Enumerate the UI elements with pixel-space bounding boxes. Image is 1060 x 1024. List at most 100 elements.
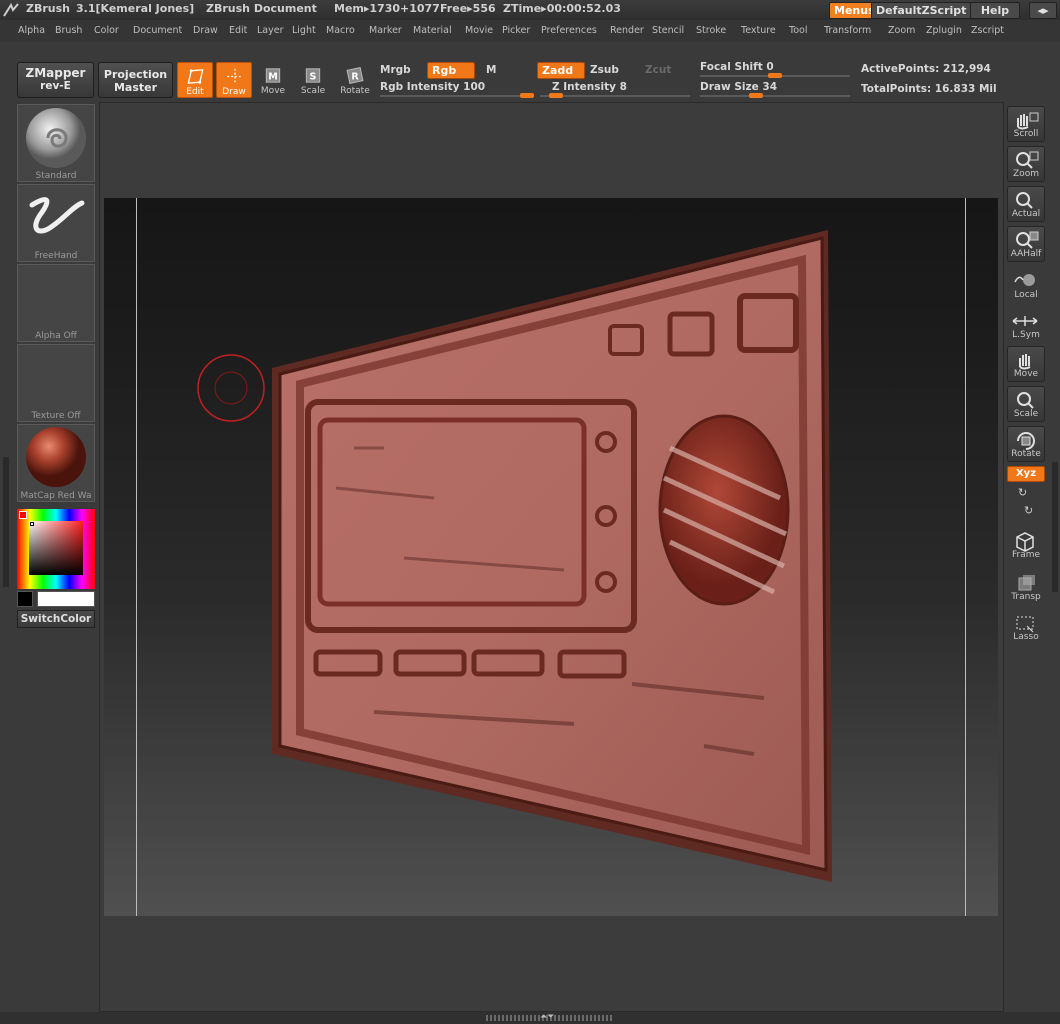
rgb-toggle[interactable]: Rgb: [427, 62, 475, 79]
menu-zoom[interactable]: Zoom: [888, 25, 915, 36]
zsub-toggle[interactable]: Zsub: [590, 64, 619, 76]
menu-edit[interactable]: Edit: [229, 25, 247, 36]
menu-texture[interactable]: Texture: [741, 25, 776, 36]
aahalf-button[interactable]: AAHalf: [1007, 226, 1045, 262]
zadd-toggle[interactable]: Zadd: [537, 62, 585, 79]
material-picker[interactable]: MatCap Red Wa: [17, 424, 95, 502]
menu-document[interactable]: Document: [133, 25, 182, 36]
rotate-z-icon[interactable]: ↻: [1024, 504, 1033, 517]
move-view-button[interactable]: Move: [1007, 346, 1045, 382]
document-title: ZBrush Document: [206, 2, 317, 15]
left-tray-handle[interactable]: [3, 457, 9, 587]
menu-macro[interactable]: Macro: [326, 25, 355, 36]
draw-size-knob[interactable]: [749, 93, 763, 98]
local-icon: [1014, 274, 1035, 286]
transparency-icon: [1018, 575, 1035, 591]
default-zscript-button[interactable]: DefaultZScript: [871, 2, 972, 19]
menu-preferences[interactable]: Preferences: [541, 25, 597, 36]
menu-color[interactable]: Color: [94, 25, 119, 36]
menu-brush[interactable]: Brush: [55, 25, 82, 36]
xyz-rotation-toggle[interactable]: Xyz: [1007, 466, 1045, 482]
menu-transform[interactable]: Transform: [824, 25, 871, 36]
local-button[interactable]: Local: [1007, 268, 1045, 304]
menu-stroke[interactable]: Stroke: [696, 25, 726, 36]
texture-picker[interactable]: Texture Off: [17, 344, 95, 422]
right-tray-handle[interactable]: [1052, 462, 1058, 592]
svg-text:R: R: [351, 71, 359, 82]
menu-draw[interactable]: Draw: [193, 25, 218, 36]
secondary-color-swatch[interactable]: [17, 591, 33, 607]
menu-light[interactable]: Light: [292, 25, 316, 36]
sculpt-model[interactable]: [104, 198, 998, 916]
zcut-toggle[interactable]: Zcut: [645, 64, 671, 76]
actual-size-button[interactable]: Actual: [1007, 186, 1045, 222]
projection-master-button[interactable]: Projection Master: [98, 62, 173, 98]
hue-marker: [19, 511, 27, 519]
menu-picker[interactable]: Picker: [502, 25, 530, 36]
m-toggle[interactable]: M: [486, 64, 496, 76]
help-button[interactable]: Help: [970, 2, 1020, 19]
menu-material[interactable]: Material: [413, 25, 452, 36]
draw-size-slider[interactable]: [700, 95, 850, 97]
freehand-stroke-icon: [29, 197, 85, 234]
actual-size-icon: [1016, 192, 1033, 209]
color-saturation-square[interactable]: [29, 521, 83, 575]
rotate-button[interactable]: R Rotate: [336, 62, 374, 100]
z-intensity-knob[interactable]: [549, 93, 563, 98]
scale-view-button[interactable]: Scale: [1007, 386, 1045, 422]
color-marker: [30, 522, 34, 526]
transparency-button[interactable]: Transp: [1007, 570, 1045, 606]
menu-movie[interactable]: Movie: [465, 25, 493, 36]
bottom-tray-arrow-icon[interactable]: ⏶⏷: [540, 1012, 554, 1022]
menu-stencil[interactable]: Stencil: [652, 25, 684, 36]
active-points-readout: ActivePoints: 212,994: [861, 63, 991, 75]
rgb-intensity-knob[interactable]: [520, 93, 534, 98]
scale-view-icon: [1017, 392, 1034, 409]
rgb-intensity-slider[interactable]: [380, 95, 534, 97]
alpha-picker[interactable]: Alpha Off: [17, 264, 95, 342]
local-symmetry-button[interactable]: L.Sym: [1007, 308, 1045, 344]
switch-color-button[interactable]: SwitchColor: [17, 610, 95, 628]
brush-picker[interactable]: Standard: [17, 104, 95, 182]
window-controls[interactable]: ◂▸: [1029, 2, 1057, 19]
rotate-view-button[interactable]: Rotate: [1007, 426, 1045, 462]
menu-marker[interactable]: Marker: [369, 25, 402, 36]
mrgb-toggle[interactable]: Mrgb: [380, 64, 411, 76]
stroke-picker[interactable]: FreeHand: [17, 184, 95, 262]
zoom-button[interactable]: Zoom: [1007, 146, 1045, 182]
menu-render[interactable]: Render: [610, 25, 644, 36]
primary-color-swatch[interactable]: [37, 591, 95, 607]
rotate-icon: R: [346, 67, 364, 84]
menu-tool[interactable]: Tool: [789, 25, 807, 36]
zmapper-button[interactable]: ZMapper rev-E: [17, 62, 94, 98]
move-button[interactable]: M Move: [254, 62, 292, 100]
frame-button[interactable]: Frame: [1007, 528, 1045, 564]
menu-alpha[interactable]: Alpha: [18, 25, 45, 36]
edit-button[interactable]: Edit: [177, 62, 213, 98]
master-label: Master: [113, 81, 158, 94]
draw-button[interactable]: Draw: [216, 62, 252, 98]
menu-zscript[interactable]: Zscript: [971, 25, 1004, 36]
color-picker[interactable]: [17, 509, 95, 589]
menu-layer[interactable]: Layer: [257, 25, 284, 36]
menu-zplugin[interactable]: Zplugin: [926, 25, 962, 36]
lasso-icon: [1016, 616, 1034, 633]
z-intensity-slider-label[interactable]: Z Intensity 8: [552, 81, 627, 93]
projection-label: Projection: [103, 68, 168, 81]
frame-cube-icon: [1016, 532, 1034, 552]
focal-shift-knob[interactable]: [768, 73, 782, 78]
scale-button[interactable]: S Scale: [294, 62, 332, 100]
memory-readout: Mem▸1730+1077: [334, 2, 440, 15]
scroll-button[interactable]: Scroll: [1007, 106, 1045, 142]
viewport-canvas[interactable]: [104, 198, 998, 916]
ztime-readout: ZTime▸00:00:52.03: [503, 2, 621, 15]
zmapper-rev-label: rev-E: [40, 80, 71, 92]
symmetry-icon: [1012, 316, 1038, 326]
rgb-intensity-slider-label[interactable]: Rgb Intensity 100: [380, 81, 485, 93]
rotate-y-icon[interactable]: ↻: [1018, 486, 1027, 499]
draw-size-slider-label[interactable]: Draw Size 34: [700, 81, 777, 93]
zbrush-logo-icon: [3, 2, 19, 17]
lasso-button[interactable]: Lasso: [1007, 610, 1045, 646]
brush-cursor-outer: [197, 354, 265, 422]
focal-shift-slider-label[interactable]: Focal Shift 0: [700, 61, 774, 73]
